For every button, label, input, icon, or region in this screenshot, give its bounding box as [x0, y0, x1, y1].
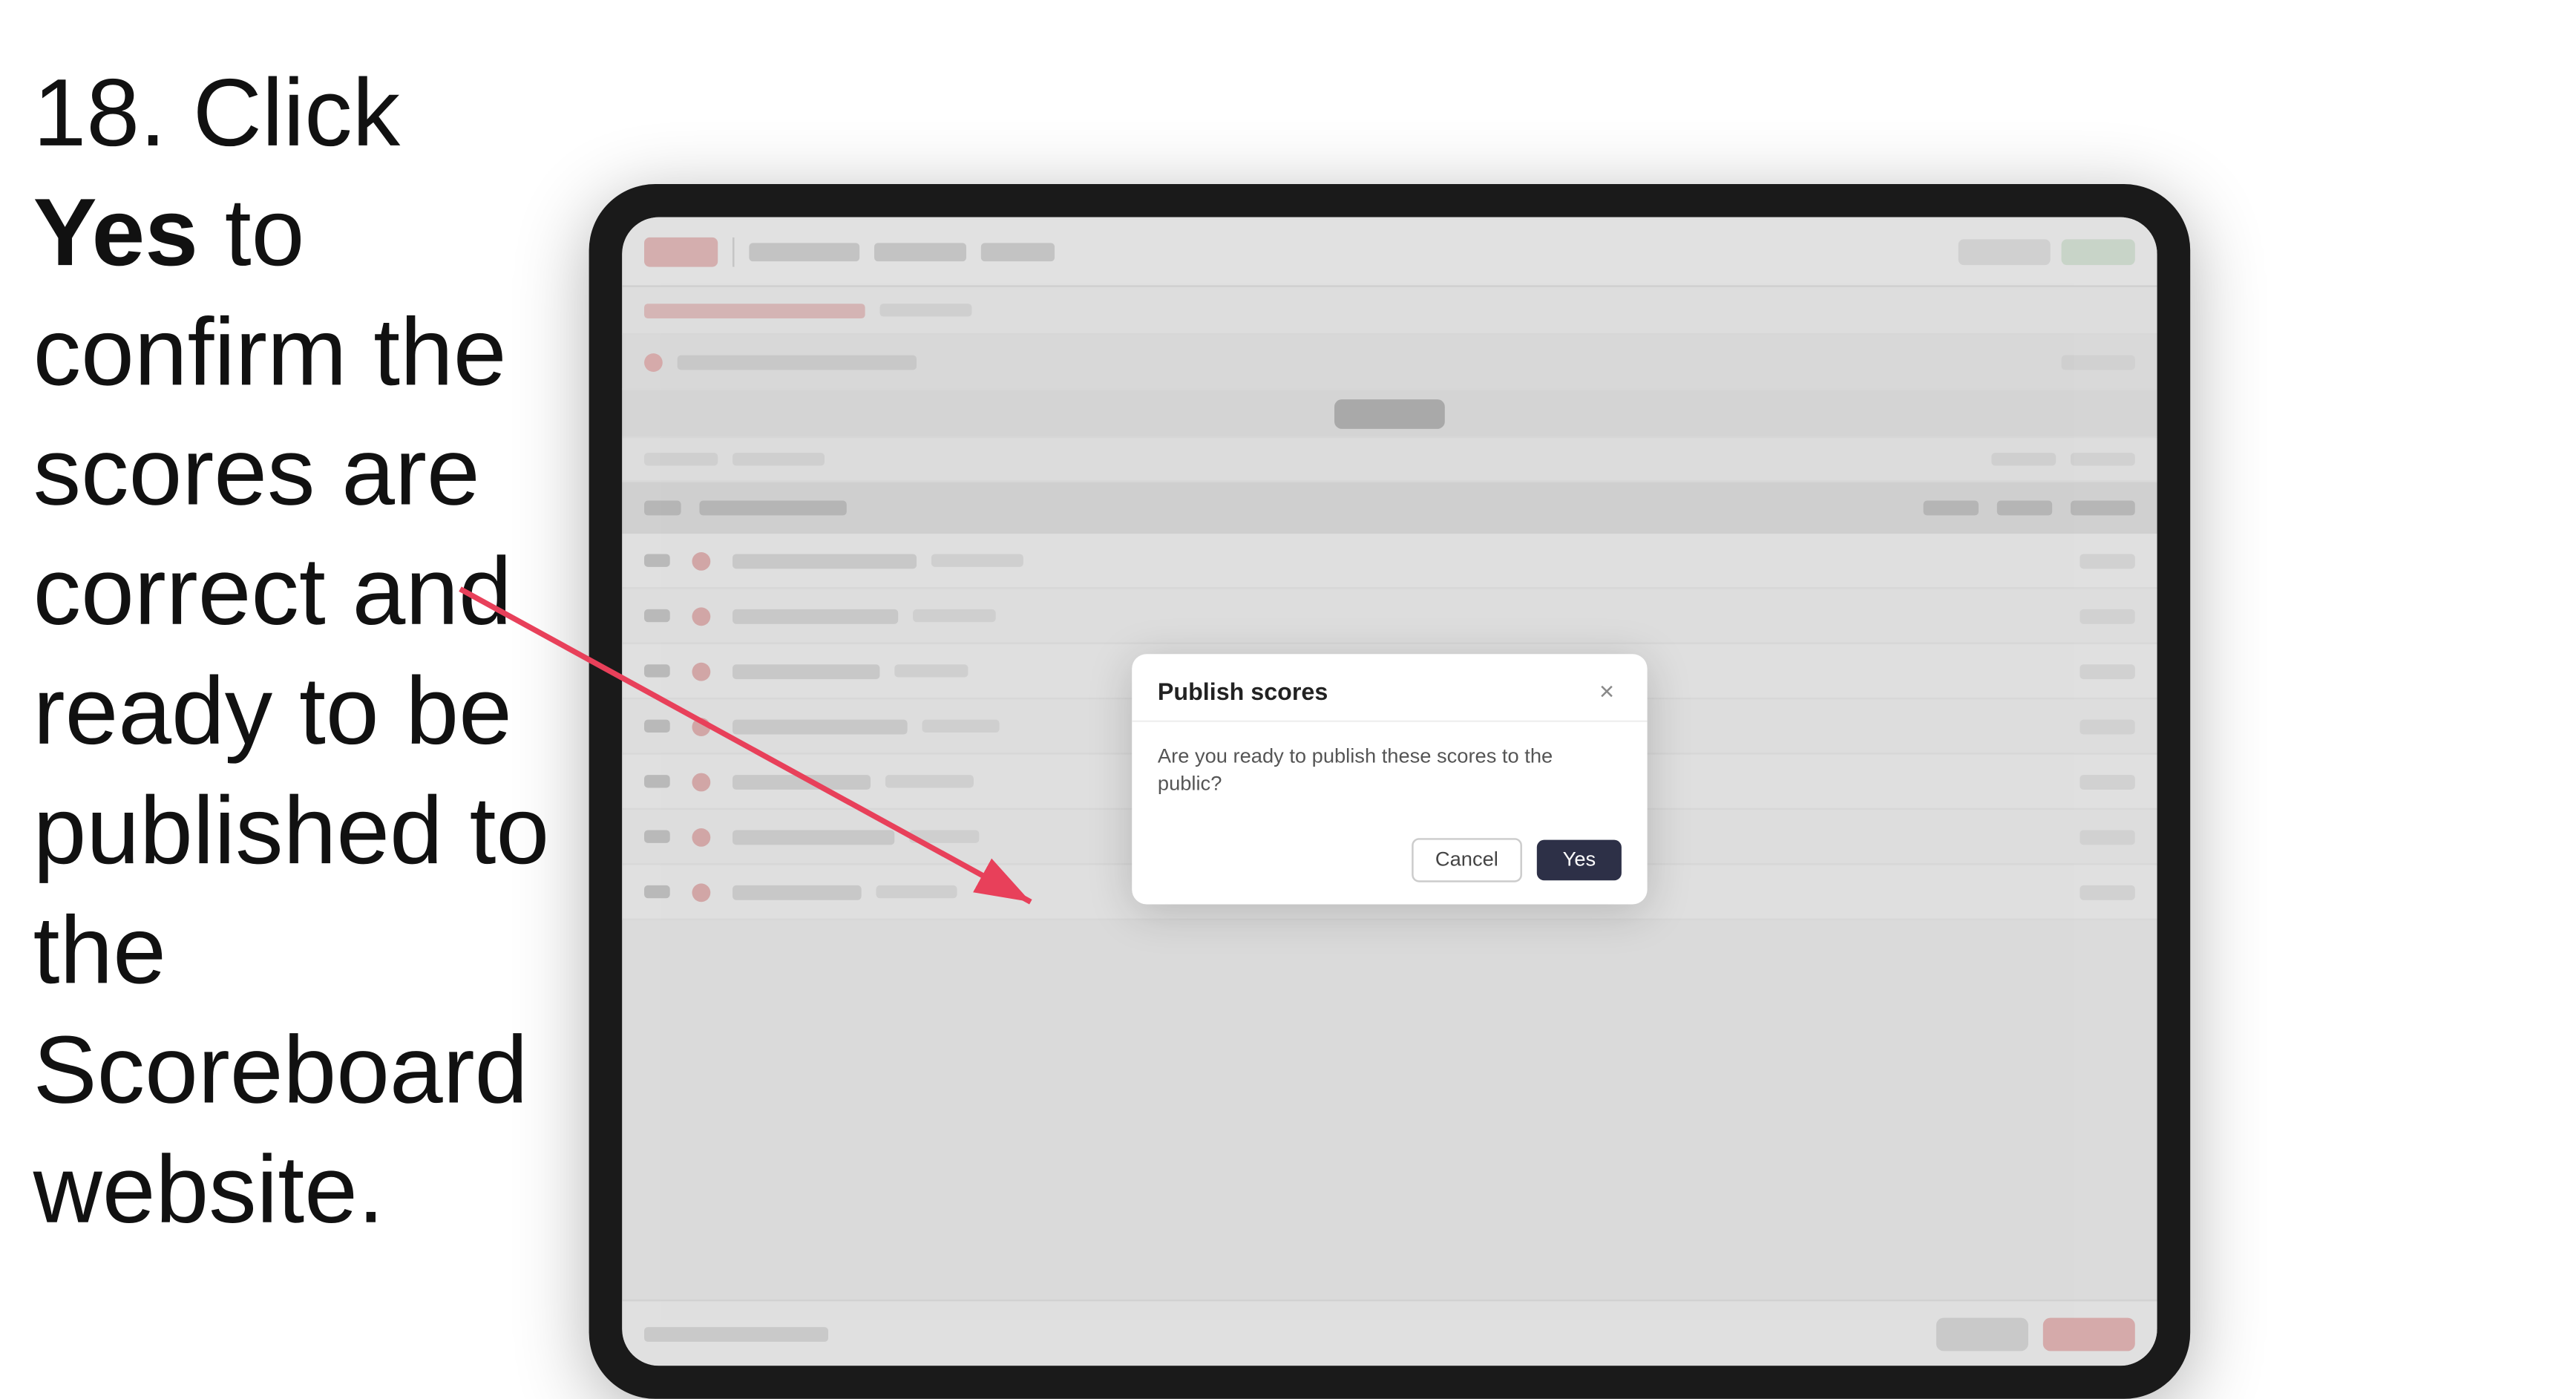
- modal-message: Are you ready to publish these scores to…: [1158, 744, 1622, 801]
- cancel-button[interactable]: Cancel: [1412, 838, 1522, 882]
- modal-close-button[interactable]: ×: [1592, 676, 1622, 706]
- modal-body: Are you ready to publish these scores to…: [1132, 722, 1647, 823]
- step-number: 18.: [33, 61, 166, 168]
- instruction-prefix: Click: [193, 61, 400, 168]
- instruction-text: 18. Click Yes to confirm the scores are …: [33, 55, 567, 1251]
- modal-title: Publish scores: [1158, 677, 1328, 704]
- modal-footer: Cancel Yes: [1132, 823, 1647, 904]
- tablet-screen: Publish scores × Are you ready to publis…: [622, 217, 2157, 1366]
- publish-scores-modal: Publish scores × Are you ready to publis…: [1132, 654, 1647, 904]
- modal-header: Publish scores ×: [1132, 654, 1647, 722]
- tablet-device: Publish scores × Are you ready to publis…: [589, 184, 2191, 1399]
- instruction-suffix: to confirm the scores are correct and re…: [33, 180, 550, 1244]
- yes-button[interactable]: Yes: [1537, 839, 1622, 880]
- instruction-bold: Yes: [33, 180, 198, 287]
